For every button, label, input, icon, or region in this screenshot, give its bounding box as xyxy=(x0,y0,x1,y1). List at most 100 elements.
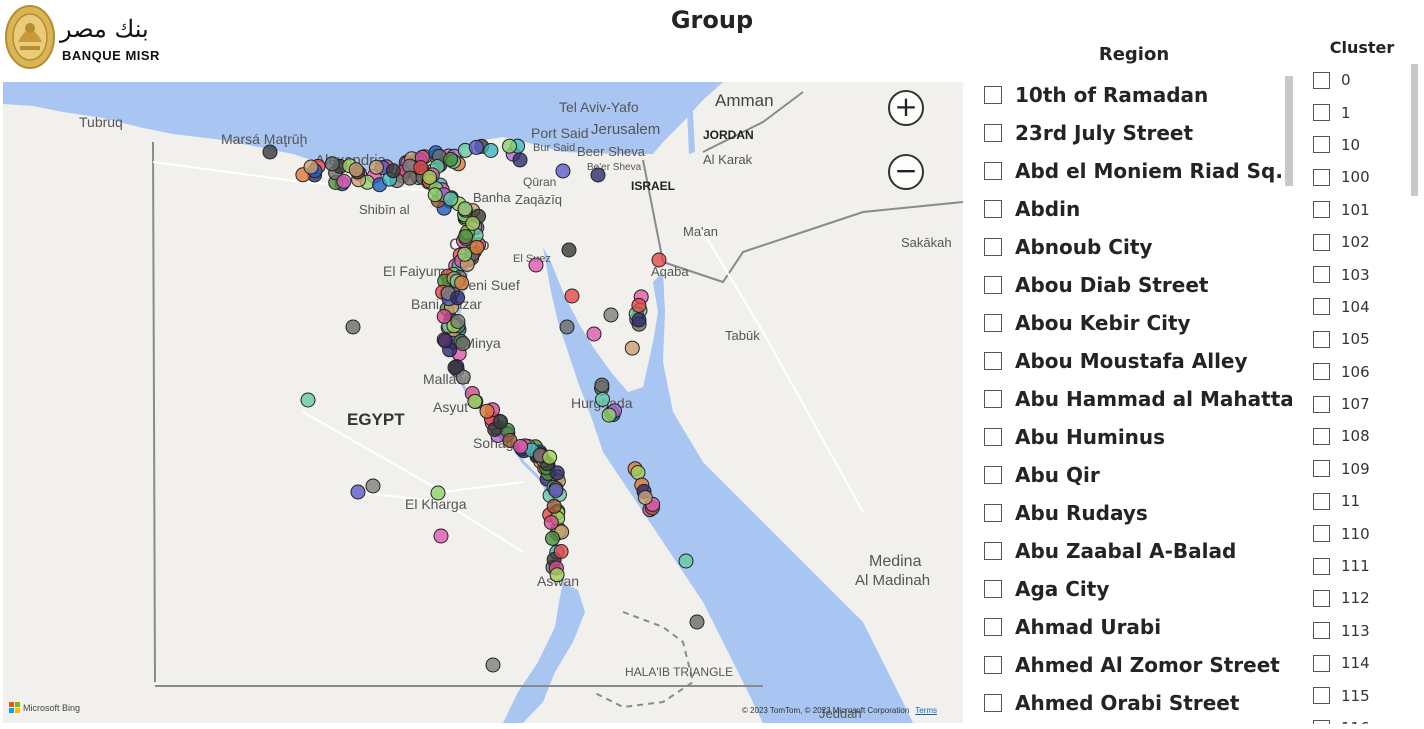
data-point-bubble[interactable] xyxy=(262,144,278,160)
data-point-bubble[interactable] xyxy=(603,307,619,323)
checkbox[interactable] xyxy=(1313,298,1330,316)
region-slicer[interactable]: 10th of Ramadan 23rd July Street Abd el … xyxy=(984,76,1292,724)
data-point-bubble[interactable] xyxy=(447,360,463,375)
region-option[interactable]: Ahmed Orabi Street xyxy=(984,684,1292,722)
region-option[interactable]: Abdin xyxy=(984,190,1292,228)
checkbox[interactable] xyxy=(984,390,1002,408)
region-option[interactable]: Ahmed Al Zomor Street xyxy=(984,646,1292,684)
checkbox[interactable] xyxy=(1313,622,1330,640)
checkbox[interactable] xyxy=(1313,201,1330,219)
data-point-bubble[interactable] xyxy=(324,156,340,172)
data-point-bubble[interactable] xyxy=(468,139,484,155)
checkbox[interactable] xyxy=(1313,330,1330,348)
cluster-option[interactable]: 102 xyxy=(1313,226,1403,258)
checkbox[interactable] xyxy=(1313,687,1330,705)
checkbox[interactable] xyxy=(984,86,1002,104)
data-point-bubble[interactable] xyxy=(368,159,384,175)
cluster-option[interactable]: 112 xyxy=(1313,582,1403,614)
data-point-bubble[interactable] xyxy=(542,449,558,465)
data-point-bubble[interactable] xyxy=(436,308,452,324)
data-point-bubble[interactable] xyxy=(512,152,528,168)
data-point-bubble[interactable] xyxy=(555,163,571,179)
data-point-bubble[interactable] xyxy=(630,465,646,480)
cluster-option[interactable]: 116 xyxy=(1313,712,1403,724)
data-point-bubble[interactable] xyxy=(651,252,667,268)
data-point-bubble[interactable] xyxy=(385,163,401,179)
cluster-option[interactable]: 10 xyxy=(1313,129,1403,161)
data-point-bubble[interactable] xyxy=(450,314,466,329)
data-point-bubble[interactable] xyxy=(546,498,562,514)
checkbox[interactable] xyxy=(1313,589,1330,607)
data-point-bubble[interactable] xyxy=(564,288,580,304)
data-point-bubble[interactable] xyxy=(590,167,606,183)
cluster-option[interactable]: 103 xyxy=(1313,258,1403,290)
region-option[interactable]: 23rd July Street xyxy=(984,114,1292,152)
data-point-bubble[interactable] xyxy=(348,162,364,178)
data-point-bubble[interactable] xyxy=(303,159,319,175)
data-point-bubble[interactable] xyxy=(493,414,508,430)
region-option[interactable]: Abou Moustafa Alley xyxy=(984,342,1292,380)
region-option[interactable]: Abu Qir xyxy=(984,456,1292,494)
data-point-bubble[interactable] xyxy=(586,326,602,342)
cluster-option[interactable]: 107 xyxy=(1313,388,1403,420)
data-point-bubble[interactable] xyxy=(553,544,569,559)
checkbox[interactable] xyxy=(1313,719,1330,724)
checkbox[interactable] xyxy=(984,276,1002,294)
region-option[interactable]: Abu Rudays xyxy=(984,494,1292,532)
data-point-bubble[interactable] xyxy=(443,191,459,207)
checkbox[interactable] xyxy=(984,352,1002,370)
data-point-bubble[interactable] xyxy=(365,478,381,494)
data-point-bubble[interactable] xyxy=(548,483,564,498)
data-point-bubble[interactable] xyxy=(437,333,453,349)
data-point-bubble[interactable] xyxy=(427,187,443,203)
checkbox[interactable] xyxy=(1313,136,1330,154)
data-point-bubble[interactable] xyxy=(467,393,483,409)
data-point-bubble[interactable] xyxy=(465,215,481,231)
data-point-bubble[interactable] xyxy=(350,484,366,500)
data-point-bubble[interactable] xyxy=(485,657,501,673)
checkbox[interactable] xyxy=(984,162,1002,180)
data-point-bubble[interactable] xyxy=(457,201,473,217)
cluster-option[interactable]: 106 xyxy=(1313,356,1403,388)
region-option[interactable]: Ahmad Urabi xyxy=(984,608,1292,646)
data-point-bubble[interactable] xyxy=(595,391,610,407)
checkbox[interactable] xyxy=(1313,654,1330,672)
checkbox[interactable] xyxy=(1313,71,1330,89)
checkbox[interactable] xyxy=(1313,233,1330,251)
data-point-bubble[interactable] xyxy=(543,515,559,530)
cluster-option[interactable]: 114 xyxy=(1313,647,1403,679)
cluster-option[interactable]: 111 xyxy=(1313,550,1403,582)
cluster-option[interactable]: 101 xyxy=(1313,194,1403,226)
map-visual[interactable]: Tubruq Marsá Maţrūḩ Alexandria Port Said… xyxy=(3,82,963,723)
checkbox[interactable] xyxy=(984,428,1002,446)
data-point-bubble[interactable] xyxy=(483,143,499,158)
data-point-bubble[interactable] xyxy=(545,530,560,546)
data-point-bubble[interactable] xyxy=(300,392,316,408)
cluster-option[interactable]: 108 xyxy=(1313,420,1403,452)
checkbox[interactable] xyxy=(1313,395,1330,413)
checkbox[interactable] xyxy=(984,314,1002,332)
data-point-bubble[interactable] xyxy=(594,377,610,393)
cluster-option[interactable]: 113 xyxy=(1313,615,1403,647)
data-point-bubble[interactable] xyxy=(450,290,466,306)
region-option[interactable]: 10th of Ramadan xyxy=(984,76,1292,114)
checkbox[interactable] xyxy=(984,504,1002,522)
data-point-bubble[interactable] xyxy=(430,485,446,501)
data-point-bubble[interactable] xyxy=(559,319,575,335)
data-point-bubble[interactable] xyxy=(601,407,617,423)
checkbox[interactable] xyxy=(1313,363,1330,381)
data-point-bubble[interactable] xyxy=(402,170,418,186)
cluster-option[interactable]: 1 xyxy=(1313,96,1403,128)
data-point-bubble[interactable] xyxy=(502,138,517,154)
data-point-bubble[interactable] xyxy=(458,229,474,245)
data-point-bubble[interactable] xyxy=(513,439,529,454)
checkbox[interactable] xyxy=(984,200,1002,218)
checkbox[interactable] xyxy=(1313,492,1330,510)
region-option[interactable]: Abnoub City xyxy=(984,228,1292,266)
checkbox[interactable] xyxy=(984,124,1002,142)
cluster-option[interactable]: 0 xyxy=(1313,64,1403,96)
checkbox[interactable] xyxy=(1313,266,1330,284)
checkbox[interactable] xyxy=(1313,557,1330,575)
data-point-bubble[interactable] xyxy=(454,275,470,291)
data-point-bubble[interactable] xyxy=(433,528,449,544)
